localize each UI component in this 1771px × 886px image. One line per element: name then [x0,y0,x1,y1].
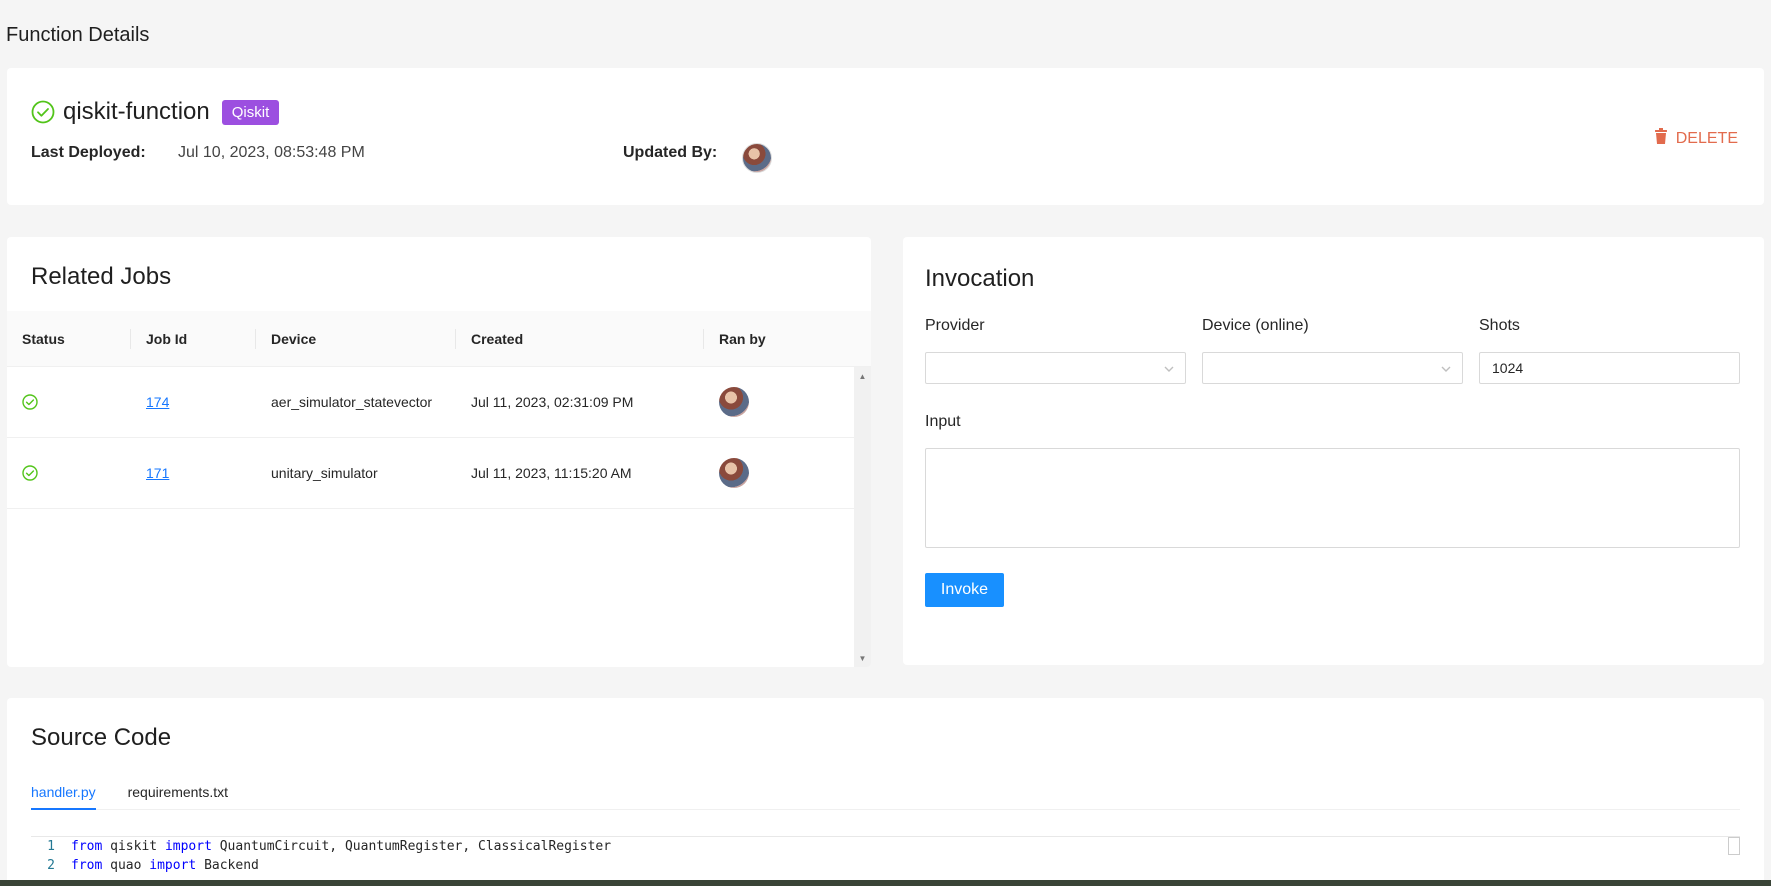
input-textarea[interactable] [925,448,1740,548]
provider-select[interactable] [925,352,1186,384]
job-created: Jul 11, 2023, 02:31:09 PM [471,394,634,410]
code-text: qiskit [102,839,165,854]
trash-icon [1654,128,1668,149]
job-device: unitary_simulator [271,465,378,481]
column-status: Status [7,311,131,366]
provider-label: Provider [925,317,985,334]
invoke-button[interactable]: Invoke [925,573,1004,607]
runtime-tag: Qiskit [221,99,280,125]
code-text: Backend [196,858,259,873]
related-jobs-card: Related Jobs Status Job Id Device Create… [7,237,871,667]
updated-by-avatar[interactable] [742,143,772,173]
line-number: 1 [47,839,55,854]
function-name: qiskit-function [63,98,210,125]
last-deployed-value: Jul 10, 2023, 08:53:48 PM [178,144,365,161]
related-jobs-title: Related Jobs [31,263,172,290]
device-label: Device (online) [1202,317,1309,334]
input-label: Input [925,413,961,430]
scroll-down-arrow-icon[interactable]: ▼ [854,651,871,665]
tab-requirements-txt[interactable]: requirements.txt [128,776,228,809]
code-keyword: from [71,858,103,873]
shots-label: Shots [1479,317,1520,334]
scroll-up-arrow-icon[interactable]: ▲ [854,369,871,383]
page-title: Function Details [6,24,150,46]
code-text: QuantumCircuit, QuantumRegister, Classic… [211,839,612,854]
ran-by-avatar[interactable] [719,387,749,417]
device-select[interactable] [1202,352,1463,384]
check-circle-icon [31,100,55,124]
job-id-link[interactable]: 171 [146,465,169,481]
tab-handler-py[interactable]: handler.py [31,776,96,810]
function-header: qiskit-function Qiskit [31,98,280,126]
code-keyword: import [149,858,197,873]
invocation-title: Invocation [925,265,1035,292]
taskbar-strip [0,880,1771,886]
source-code-title: Source Code [31,724,172,751]
column-created: Created [456,311,704,366]
jobs-table: Status Job Id Device Created Ran by 174 … [7,311,871,509]
code-line: 2 from quao import Backend [31,856,1740,875]
updated-by-label: Updated By: [623,144,718,161]
ran-by-avatar[interactable] [719,458,749,488]
column-device: Device [256,311,456,366]
shots-input[interactable]: 1024 [1479,352,1740,384]
source-code-card: Source Code handler.py requirements.txt … [7,698,1764,886]
code-editor[interactable]: 1 from qiskit import QuantumCircuit, Qua… [31,836,1740,875]
code-text: quao [102,858,150,873]
table-header: Status Job Id Device Created Ran by [7,311,871,367]
delete-label: DELETE [1675,129,1738,147]
code-keyword: import [164,839,212,854]
editor-scrollbar[interactable] [1728,837,1740,855]
status-success-icon [7,465,131,481]
chevron-down-icon [1440,362,1452,380]
function-details-card: qiskit-function Qiskit Last Deployed: Ju… [7,68,1764,205]
invocation-card: Invocation Provider Device (online) Shot… [903,237,1764,665]
line-number: 2 [47,858,55,873]
job-device: aer_simulator_statevector [271,394,433,410]
code-line: 1 from qiskit import QuantumCircuit, Qua… [31,837,1740,856]
job-id-link[interactable]: 174 [146,394,169,410]
code-keyword: from [71,839,103,854]
last-deployed-label: Last Deployed: [31,144,146,161]
table-row: 171 unitary_simulator Jul 11, 2023, 11:1… [7,438,854,509]
column-ran-by: Ran by [719,330,766,347]
table-row: 174 aer_simulator_statevector Jul 11, 20… [7,367,854,438]
job-created: Jul 11, 2023, 11:15:20 AM [471,465,632,481]
source-tabs: handler.py requirements.txt [31,776,1740,810]
status-success-icon [7,394,131,410]
table-scrollbar[interactable]: ▲ ▼ [854,367,871,667]
delete-button[interactable]: DELETE [1654,128,1738,149]
column-job-id: Job Id [131,311,256,366]
chevron-down-icon [1163,362,1175,380]
